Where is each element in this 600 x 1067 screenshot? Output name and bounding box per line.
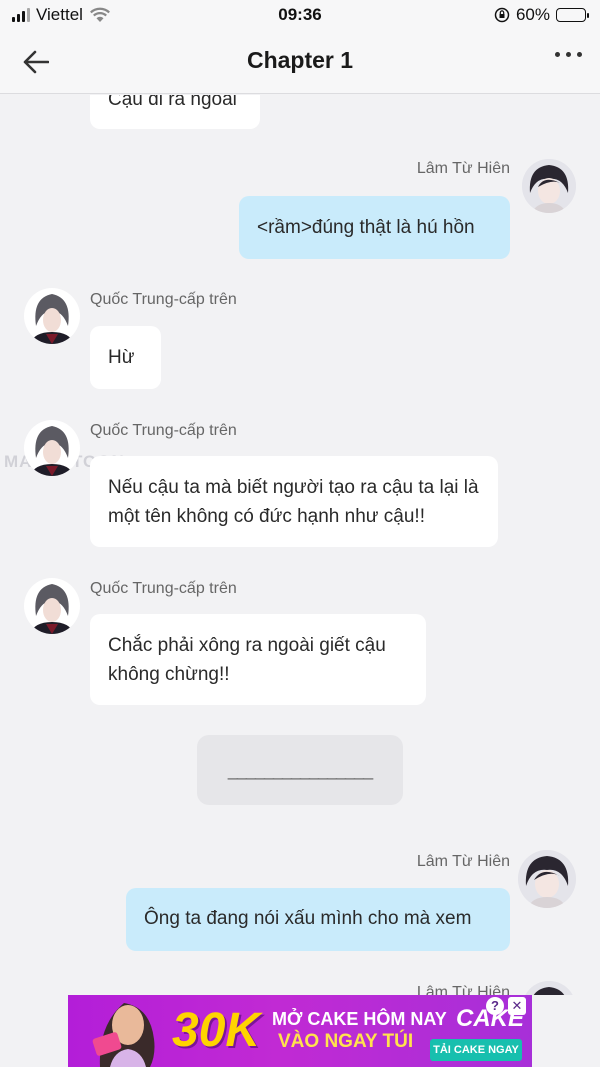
message-bubble[interactable]: Hừ (90, 326, 161, 389)
orientation-lock-icon (494, 7, 510, 23)
sender-name: Lâm Từ Hiên (416, 984, 510, 995)
ad-headline: MỞ CAKE HÔM NAY (272, 1009, 447, 1029)
battery-icon (556, 8, 589, 22)
sender-name: Quốc Trung-cấp trên (90, 422, 237, 439)
more-horizontal-icon[interactable] (555, 52, 560, 57)
battery-percent: 60% (515, 5, 550, 24)
avatar[interactable] (518, 850, 576, 908)
message-text: <rầm>đúng thật là hú hồn (257, 217, 475, 238)
message-text: Nếu cậu ta mà biết người tạo ra cậu ta l… (108, 477, 479, 527)
ad-cta-button[interactable]: TẢI CAKE NGAY (430, 1039, 522, 1061)
message-bubble-outgoing[interactable]: <rầm>đúng thật là hú hồn (239, 196, 510, 259)
avatar[interactable] (522, 981, 576, 995)
message-bubble[interactable]: Chắc phải xông ra ngoài giết cậu không c… (90, 614, 426, 705)
ad-info-icon[interactable]: ? (486, 997, 504, 1015)
navigation-bar: Chapter 1 (0, 30, 600, 94)
more-options-button[interactable] (555, 52, 582, 57)
message-text: Hừ (108, 347, 135, 368)
chat-thread[interactable]: MANGATOON Cậu đi ra ngoài Lâm Từ Hiên <r… (0, 95, 600, 995)
ad-subheadline: VÀO NGAY TÚI (278, 1031, 414, 1052)
message-bubble[interactable]: Cậu đi ra ngoài (90, 95, 260, 129)
scene-divider: ________________ (197, 735, 403, 805)
message-text: Ông ta đang nói xấu mình cho mà xem (144, 908, 472, 929)
sender-name: Lâm Từ Hiên (416, 160, 510, 177)
sender-name: Quốc Trung-cấp trên (90, 291, 237, 308)
ad-amount: 30K (172, 1004, 261, 1057)
avatar[interactable] (24, 288, 80, 344)
sender-name: Lâm Từ Hiên (416, 853, 510, 870)
message-text: Cậu đi ra ngoài (108, 95, 237, 110)
sender-name: Quốc Trung-cấp trên (90, 580, 237, 597)
avatar[interactable] (24, 578, 80, 634)
ad-model-image (92, 1003, 155, 1067)
message-text: Chắc phải xông ra ngoài giết cậu không c… (108, 635, 386, 685)
avatar[interactable] (24, 420, 80, 476)
avatar[interactable] (522, 159, 576, 213)
message-bubble-outgoing[interactable]: Ông ta đang nói xấu mình cho mà xem (126, 888, 510, 951)
page-title: Chapter 1 (246, 47, 354, 73)
status-bar: Viettel 09:36 60% (0, 0, 600, 30)
ad-banner[interactable]: 30K MỞ CAKE HÔM NAY VÀO NGAY TÚI CAKE TẢ… (68, 995, 532, 1067)
message-bubble[interactable]: Nếu cậu ta mà biết người tạo ra cậu ta l… (90, 456, 498, 547)
ad-close-icon[interactable]: ✕ (508, 997, 526, 1015)
